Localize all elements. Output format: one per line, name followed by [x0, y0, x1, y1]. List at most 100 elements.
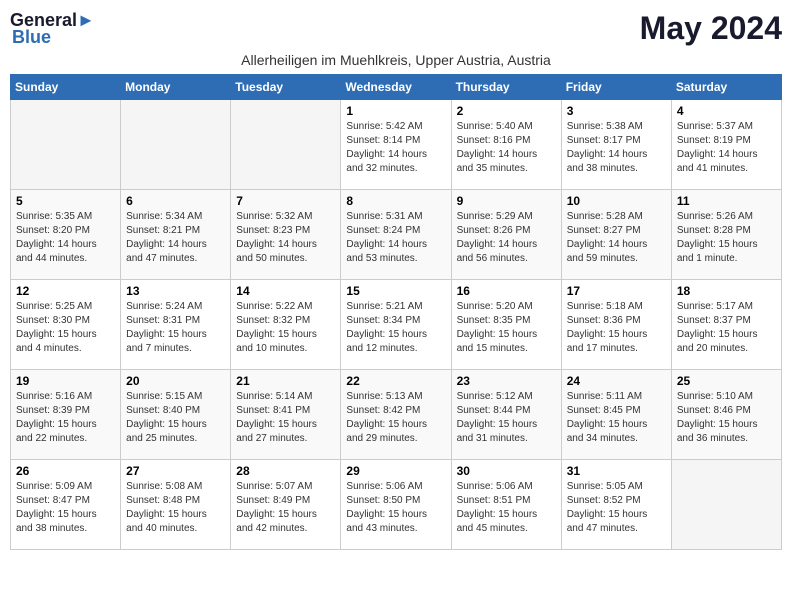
day-number: 24: [567, 374, 666, 388]
daylight-label: Daylight: 15 hours and 15 minutes.: [457, 329, 538, 354]
sunset-label: Sunset: 8:34 PM: [346, 315, 420, 326]
calendar-cell: [231, 100, 341, 190]
subtitle: Allerheiligen im Muehlkreis, Upper Austr…: [10, 52, 782, 68]
day-number: 8: [346, 194, 445, 208]
logo-blue: Blue: [10, 27, 51, 48]
day-number: 6: [126, 194, 225, 208]
daylight-label: Daylight: 14 hours and 59 minutes.: [567, 239, 648, 264]
calendar-week-5: 26 Sunrise: 5:09 AM Sunset: 8:47 PM Dayl…: [11, 460, 782, 550]
sunrise-label: Sunrise: 5:40 AM: [457, 121, 533, 132]
sunset-label: Sunset: 8:16 PM: [457, 135, 531, 146]
calendar-cell: 1 Sunrise: 5:42 AM Sunset: 8:14 PM Dayli…: [341, 100, 451, 190]
daylight-label: Daylight: 14 hours and 56 minutes.: [457, 239, 538, 264]
day-info: Sunrise: 5:14 AM Sunset: 8:41 PM Dayligh…: [236, 390, 335, 446]
day-info: Sunrise: 5:32 AM Sunset: 8:23 PM Dayligh…: [236, 210, 335, 266]
sunset-label: Sunset: 8:26 PM: [457, 225, 531, 236]
sunset-label: Sunset: 8:47 PM: [16, 495, 90, 506]
sunrise-label: Sunrise: 5:13 AM: [346, 391, 422, 402]
sunset-label: Sunset: 8:19 PM: [677, 135, 751, 146]
day-number: 18: [677, 284, 776, 298]
calendar-cell: 7 Sunrise: 5:32 AM Sunset: 8:23 PM Dayli…: [231, 190, 341, 280]
daylight-label: Daylight: 14 hours and 41 minutes.: [677, 149, 758, 174]
day-info: Sunrise: 5:09 AM Sunset: 8:47 PM Dayligh…: [16, 480, 115, 536]
daylight-label: Daylight: 14 hours and 47 minutes.: [126, 239, 207, 264]
calendar-cell: 16 Sunrise: 5:20 AM Sunset: 8:35 PM Dayl…: [451, 280, 561, 370]
day-header-sunday: Sunday: [11, 75, 121, 100]
daylight-label: Daylight: 14 hours and 53 minutes.: [346, 239, 427, 264]
calendar-cell: [671, 460, 781, 550]
day-number: 26: [16, 464, 115, 478]
calendar-cell: 18 Sunrise: 5:17 AM Sunset: 8:37 PM Dayl…: [671, 280, 781, 370]
day-number: 15: [346, 284, 445, 298]
month-title: May 2024: [640, 10, 782, 47]
calendar-cell: 23 Sunrise: 5:12 AM Sunset: 8:44 PM Dayl…: [451, 370, 561, 460]
calendar-cell: 22 Sunrise: 5:13 AM Sunset: 8:42 PM Dayl…: [341, 370, 451, 460]
daylight-label: Daylight: 15 hours and 45 minutes.: [457, 509, 538, 534]
sunrise-label: Sunrise: 5:37 AM: [677, 121, 753, 132]
daylight-label: Daylight: 15 hours and 27 minutes.: [236, 419, 317, 444]
calendar-week-3: 12 Sunrise: 5:25 AM Sunset: 8:30 PM Dayl…: [11, 280, 782, 370]
sunset-label: Sunset: 8:36 PM: [567, 315, 641, 326]
day-info: Sunrise: 5:40 AM Sunset: 8:16 PM Dayligh…: [457, 120, 556, 176]
sunrise-label: Sunrise: 5:28 AM: [567, 211, 643, 222]
calendar-cell: 31 Sunrise: 5:05 AM Sunset: 8:52 PM Dayl…: [561, 460, 671, 550]
daylight-label: Daylight: 14 hours and 50 minutes.: [236, 239, 317, 264]
day-info: Sunrise: 5:21 AM Sunset: 8:34 PM Dayligh…: [346, 300, 445, 356]
daylight-label: Daylight: 14 hours and 44 minutes.: [16, 239, 97, 264]
daylight-label: Daylight: 15 hours and 4 minutes.: [16, 329, 97, 354]
calendar-cell: 21 Sunrise: 5:14 AM Sunset: 8:41 PM Dayl…: [231, 370, 341, 460]
calendar-cell: 20 Sunrise: 5:15 AM Sunset: 8:40 PM Dayl…: [121, 370, 231, 460]
calendar-cell: 15 Sunrise: 5:21 AM Sunset: 8:34 PM Dayl…: [341, 280, 451, 370]
sunset-label: Sunset: 8:14 PM: [346, 135, 420, 146]
sunrise-label: Sunrise: 5:24 AM: [126, 301, 202, 312]
sunset-label: Sunset: 8:39 PM: [16, 405, 90, 416]
sunset-label: Sunset: 8:51 PM: [457, 495, 531, 506]
day-info: Sunrise: 5:15 AM Sunset: 8:40 PM Dayligh…: [126, 390, 225, 446]
daylight-label: Daylight: 15 hours and 34 minutes.: [567, 419, 648, 444]
day-number: 30: [457, 464, 556, 478]
day-info: Sunrise: 5:38 AM Sunset: 8:17 PM Dayligh…: [567, 120, 666, 176]
sunset-label: Sunset: 8:32 PM: [236, 315, 310, 326]
day-info: Sunrise: 5:22 AM Sunset: 8:32 PM Dayligh…: [236, 300, 335, 356]
calendar-cell: 8 Sunrise: 5:31 AM Sunset: 8:24 PM Dayli…: [341, 190, 451, 280]
day-header-saturday: Saturday: [671, 75, 781, 100]
sunset-label: Sunset: 8:50 PM: [346, 495, 420, 506]
calendar-cell: 19 Sunrise: 5:16 AM Sunset: 8:39 PM Dayl…: [11, 370, 121, 460]
calendar-cell: 4 Sunrise: 5:37 AM Sunset: 8:19 PM Dayli…: [671, 100, 781, 190]
day-number: 23: [457, 374, 556, 388]
calendar-cell: 14 Sunrise: 5:22 AM Sunset: 8:32 PM Dayl…: [231, 280, 341, 370]
day-info: Sunrise: 5:10 AM Sunset: 8:46 PM Dayligh…: [677, 390, 776, 446]
calendar-cell: [121, 100, 231, 190]
sunset-label: Sunset: 8:46 PM: [677, 405, 751, 416]
day-header-monday: Monday: [121, 75, 231, 100]
calendar-cell: 3 Sunrise: 5:38 AM Sunset: 8:17 PM Dayli…: [561, 100, 671, 190]
sunrise-label: Sunrise: 5:09 AM: [16, 481, 92, 492]
day-number: 1: [346, 104, 445, 118]
sunrise-label: Sunrise: 5:08 AM: [126, 481, 202, 492]
day-number: 3: [567, 104, 666, 118]
daylight-label: Daylight: 15 hours and 29 minutes.: [346, 419, 427, 444]
daylight-label: Daylight: 15 hours and 7 minutes.: [126, 329, 207, 354]
daylight-label: Daylight: 15 hours and 10 minutes.: [236, 329, 317, 354]
logo: General ► Blue: [10, 10, 95, 48]
sunset-label: Sunset: 8:35 PM: [457, 315, 531, 326]
day-info: Sunrise: 5:13 AM Sunset: 8:42 PM Dayligh…: [346, 390, 445, 446]
daylight-label: Daylight: 15 hours and 47 minutes.: [567, 509, 648, 534]
day-info: Sunrise: 5:34 AM Sunset: 8:21 PM Dayligh…: [126, 210, 225, 266]
calendar-cell: 26 Sunrise: 5:09 AM Sunset: 8:47 PM Dayl…: [11, 460, 121, 550]
daylight-label: Daylight: 15 hours and 17 minutes.: [567, 329, 648, 354]
day-number: 4: [677, 104, 776, 118]
calendar: SundayMondayTuesdayWednesdayThursdayFrid…: [10, 74, 782, 550]
sunset-label: Sunset: 8:17 PM: [567, 135, 641, 146]
sunset-label: Sunset: 8:24 PM: [346, 225, 420, 236]
daylight-label: Daylight: 14 hours and 38 minutes.: [567, 149, 648, 174]
sunrise-label: Sunrise: 5:17 AM: [677, 301, 753, 312]
day-number: 27: [126, 464, 225, 478]
day-info: Sunrise: 5:37 AM Sunset: 8:19 PM Dayligh…: [677, 120, 776, 176]
day-number: 16: [457, 284, 556, 298]
day-number: 22: [346, 374, 445, 388]
day-number: 10: [567, 194, 666, 208]
daylight-label: Daylight: 15 hours and 43 minutes.: [346, 509, 427, 534]
calendar-cell: 25 Sunrise: 5:10 AM Sunset: 8:46 PM Dayl…: [671, 370, 781, 460]
daylight-label: Daylight: 15 hours and 31 minutes.: [457, 419, 538, 444]
